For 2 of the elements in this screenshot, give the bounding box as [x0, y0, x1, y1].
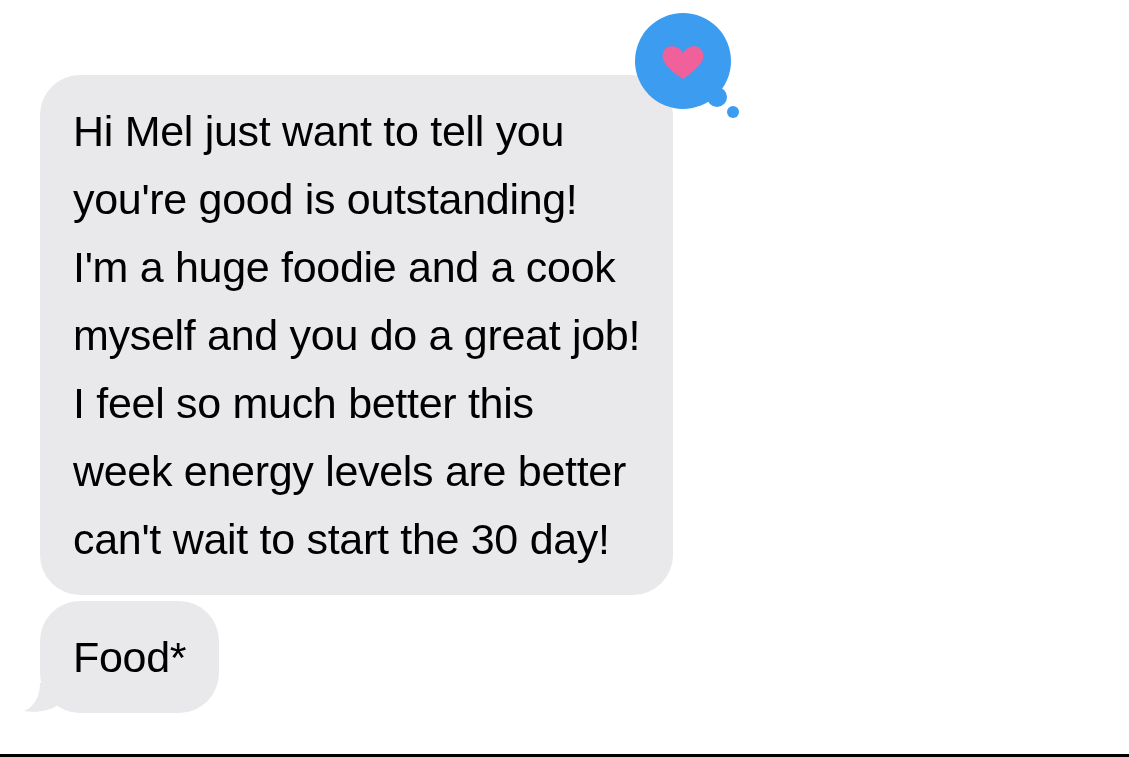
message-text: Food*	[73, 632, 187, 683]
message-text: Hi Mel just want to tell you you're good is outstanding! I'm a huge foodie and a cook myself and you do a great job! I feel so much better this week energy levels are better can't wait to start the 30 day!	[73, 106, 641, 565]
